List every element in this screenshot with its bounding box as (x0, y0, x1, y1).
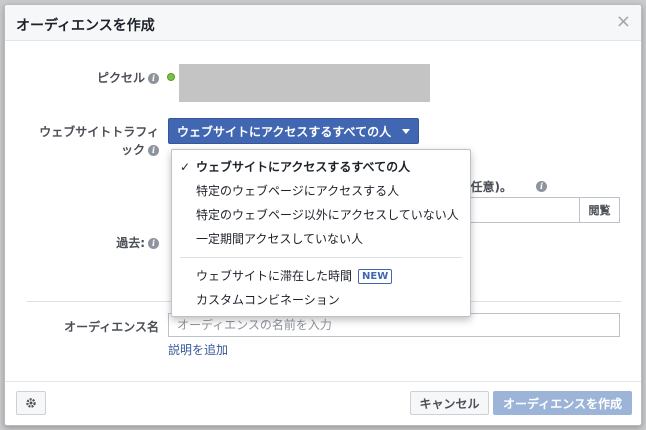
menu-item-label: 特定のウェブページにアクセスする人 (196, 184, 400, 198)
info-icon[interactable]: i (148, 73, 159, 84)
past-label-text: 過去: (116, 236, 145, 250)
create-audience-dialog: オーディエンスを作成 × ピクセル i ウェブサイトトラフィ ック i ウェブサイト… (4, 4, 642, 426)
menu-item-label: 特定のウェブページ以外にアクセスしていない人 (196, 208, 459, 222)
traffic-dropdown-button[interactable]: ウェブサイトにアクセスするすべての人 (168, 118, 419, 144)
traffic-label: ウェブサイトトラフィ ック i (31, 123, 159, 159)
pixel-label-text: ピクセル (96, 71, 145, 85)
browse-button[interactable]: 閲覧 (579, 198, 619, 222)
cancel-button[interactable]: キャンセル (410, 391, 489, 415)
menu-item-inactive-period[interactable]: 一定期間アクセスしていない人 (172, 227, 470, 251)
new-badge: NEW (358, 269, 393, 284)
dialog-title: オーディエンスを作成 (16, 18, 155, 34)
dialog-header: オーディエンスを作成 × (5, 5, 641, 41)
add-description-link[interactable]: 説明を追加 (168, 341, 228, 358)
past-label: 過去: i (85, 234, 159, 251)
check-icon: ✓ (180, 160, 191, 174)
menu-item-all-visitors[interactable]: ✓ ウェブサイトにアクセスするすべての人 (172, 155, 470, 179)
pixel-label: ピクセル i (85, 69, 159, 86)
menu-item-time-spent[interactable]: ウェブサイトに滞在した時間 NEW (172, 264, 470, 288)
settings-button[interactable] (16, 391, 46, 415)
menu-item-label: 一定期間アクセスしていない人 (196, 232, 364, 246)
menu-item-label: ウェブサイトにアクセスするすべての人 (196, 160, 411, 174)
optional-hint-text: (任意)。 (465, 180, 512, 194)
menu-item-label: ウェブサイトに滞在した時間 (196, 269, 353, 283)
traffic-label-line2: ック (120, 143, 145, 157)
menu-separator (180, 257, 462, 258)
menu-item-excluding-pages[interactable]: 特定のウェブページ以外にアクセスしていない人 (172, 203, 470, 227)
menu-item-custom-combination[interactable]: カスタムコンビネーション (172, 288, 470, 312)
dialog-footer: キャンセル オーディエンスを作成 (5, 381, 641, 425)
traffic-label-line1: ウェブサイトトラフィ (39, 125, 159, 139)
traffic-dropdown-menu: ✓ ウェブサイトにアクセスするすべての人 特定のウェブページにアクセスする人 特… (171, 149, 471, 317)
info-icon[interactable]: i (536, 181, 547, 192)
create-audience-button[interactable]: オーディエンスを作成 (493, 391, 632, 415)
traffic-label-line2-wrap: ック i (31, 141, 159, 159)
info-icon[interactable]: i (148, 238, 159, 249)
gear-icon (26, 398, 36, 408)
audience-name-label: オーディエンス名 (64, 320, 159, 334)
menu-item-specific-pages[interactable]: 特定のウェブページにアクセスする人 (172, 179, 470, 203)
caret-down-icon (402, 128, 410, 134)
close-icon[interactable]: × (616, 13, 631, 31)
pixel-selector-redacted[interactable] (179, 64, 430, 102)
url-rule-field[interactable]: 閲覧 (465, 197, 620, 223)
info-icon[interactable]: i (148, 145, 159, 156)
menu-item-label: カスタムコンビネーション (196, 293, 340, 307)
traffic-dropdown-value: ウェブサイトにアクセスするすべての人 (177, 124, 392, 139)
pixel-status-dot (167, 73, 175, 81)
